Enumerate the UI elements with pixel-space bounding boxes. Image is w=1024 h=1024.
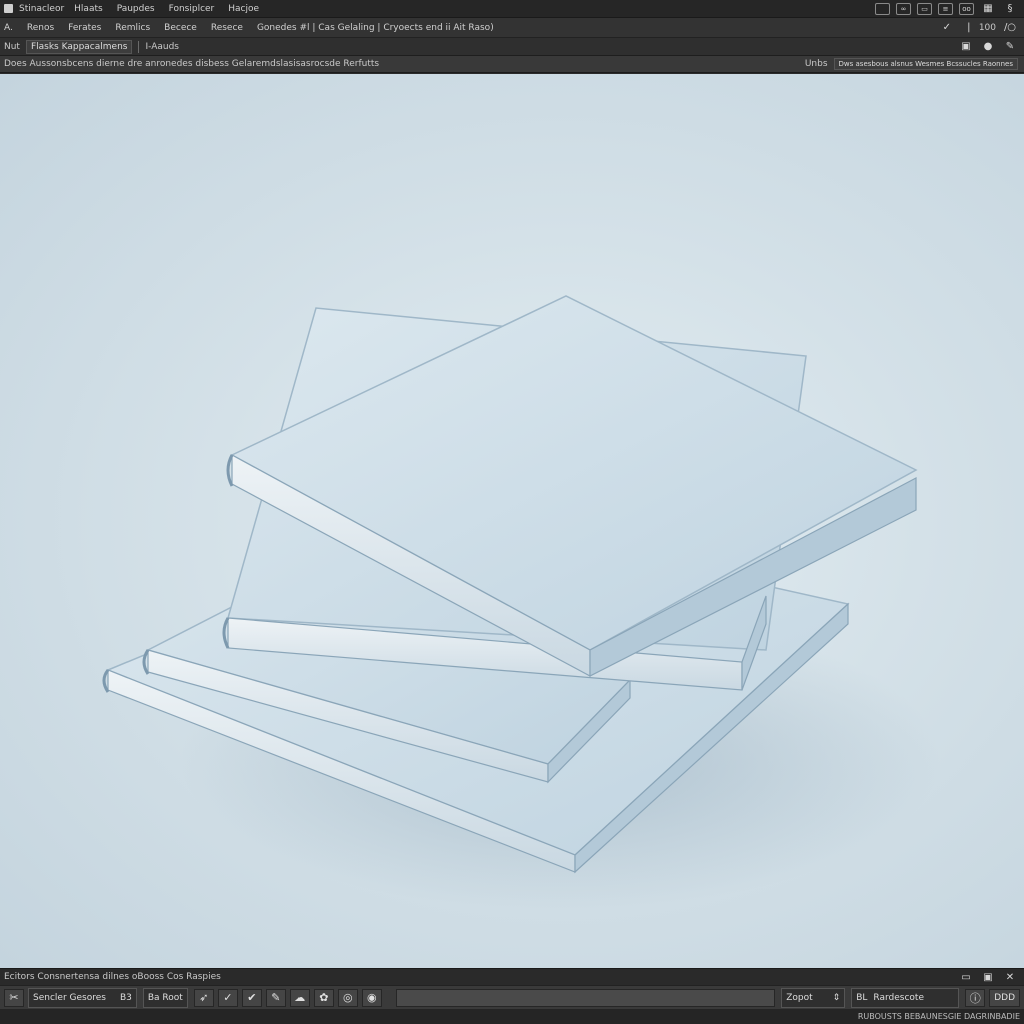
target-icon[interactable]: ◉ [361,988,382,1007]
book-stack-artwork [102,295,940,910]
brush-edit-icon[interactable]: ✎ [1002,40,1018,54]
zoom-label: Zopot [786,992,813,1003]
options-bar: Nut Flasks Kappacalmens I-Aauds ▣ ● ✎ [0,38,1024,56]
layout-icon[interactable]: ▭ [917,2,932,15]
status-bar: Ecitors Consnertensa dilnes oBooss Cos R… [0,968,1024,985]
name-prefix: BL [856,992,868,1003]
name-group[interactable]: BL Rardescote [851,987,960,1008]
info-text: Does Aussonsbcens dierne dre anronedes d… [4,59,380,69]
slash-icon[interactable]: /○ [1002,21,1018,35]
bottom-toolbar: ✂ Sencler Gesores B3 Ba Root ➶ ✓ ✔ ✎ ☁ ✿… [0,985,1024,1009]
toolbar-item[interactable]: Ferates [68,23,101,33]
status-right: ▭ ▣ ✕ [952,970,1024,984]
image-icon[interactable]: ▣ [980,970,996,984]
options-extra[interactable]: I-Aauds [145,42,178,52]
tool-glyph[interactable]: A. [4,23,13,33]
menu-item[interactable]: Hlaats [74,4,103,14]
close-icon[interactable]: ✕ [1002,970,1018,984]
info-right: Unbs Dws asesbous alsnus Wesmes Bcssucle… [805,58,1024,70]
toolbar-item[interactable]: Resece [211,23,243,33]
name-value: Rardescote [873,992,924,1003]
pen-check-icon[interactable]: ✓ [939,21,955,35]
menu-item[interactable]: Stinacleor [19,4,64,14]
info-right-label: Unbs [804,59,828,69]
circle-icon[interactable]: ◎ [337,988,358,1007]
check-icon[interactable]: ✓ [217,988,238,1007]
end-button[interactable]: DDD [989,988,1020,1007]
brush-icon[interactable]: ➶ [193,988,214,1007]
eye-link-icon[interactable]: ∞ [896,2,911,15]
info-icon[interactable]: ⓘ [965,988,986,1007]
camera-icon[interactable]: ▣ [958,40,974,54]
blob-toggle-icon[interactable]: ● [980,40,996,54]
scissors-icon[interactable]: ✂ [4,988,24,1007]
group1-suffix: B3 [119,992,132,1003]
toolbar-item[interactable]: Remlics [115,23,150,33]
tool-group-2[interactable]: Ba Root [142,987,188,1008]
info-bar: Does Aussonsbcens dierne dre anronedes d… [0,56,1024,73]
status-text: Ecitors Consnertensa dilnes oBooss Cos R… [4,972,221,982]
toolbar: A. Renos Ferates Remlics Becece Resece G… [0,18,1024,38]
menu-item[interactable]: Fonsiplcer [169,4,215,14]
toolbar-item[interactable]: Becece [164,23,197,33]
check-alt-icon[interactable]: ✔ [241,988,262,1007]
canvas[interactable] [0,74,1024,968]
search-input[interactable]: Dws asesbous alsnus Wesmes Bcssucles Rao… [833,58,1018,70]
app-logo-icon [4,4,13,13]
glasses-icon[interactable]: oo [959,2,974,15]
monitor-icon[interactable]: ▭ [958,970,974,984]
layers-icon[interactable]: ≡ [938,2,953,15]
square-outline-icon[interactable] [875,2,890,15]
settings-s-icon[interactable]: § [1002,2,1018,16]
options-label: Nut [4,41,20,52]
grid-icon[interactable]: ▦ [980,2,996,16]
menu-item[interactable]: Hacjoe [228,4,259,14]
toolbar-right: ✓ | 100 /○ [933,21,1024,35]
zoom-value[interactable]: 100 [979,23,996,33]
menu-bar: Stinacleor Hlaats Paupdes Fonsiplcer Hac… [0,0,1024,18]
zoom-stepper-icon[interactable]: ⇕ [833,993,841,1003]
tool-group-1[interactable]: Sencler Gesores B3 [28,987,137,1008]
footer-text: RUBOUSTS BEBAUNESGIE DAGRINBADIE [857,1012,1020,1021]
blob-icon[interactable]: ☁ [289,988,310,1007]
menubar-icons: ∞ ▭ ≡ oo ▦ § [869,2,1024,16]
splat-icon[interactable]: ✿ [313,988,334,1007]
menu-item[interactable]: Paupdes [117,4,155,14]
divider [138,40,140,53]
options-right: ▣ ● ✎ [952,40,1024,54]
group2-label: Ba Root [147,992,183,1003]
context-label: Gonedes #l | Cas Gelaling | Cryoects end… [256,22,494,33]
pipe-icon: | [967,22,971,33]
toolbar-item[interactable]: Renos [27,23,54,33]
progress-bar [395,988,776,1007]
pen-icon[interactable]: ✎ [265,988,286,1007]
group1-label: Sencler Gesores [33,992,106,1003]
zoom-group[interactable]: Zopot ⇕ [781,987,846,1008]
footer: RUBOUSTS BEBAUNESGIE DAGRINBADIE [0,1009,1024,1024]
options-field[interactable]: Flasks Kappacalmens [25,39,133,54]
